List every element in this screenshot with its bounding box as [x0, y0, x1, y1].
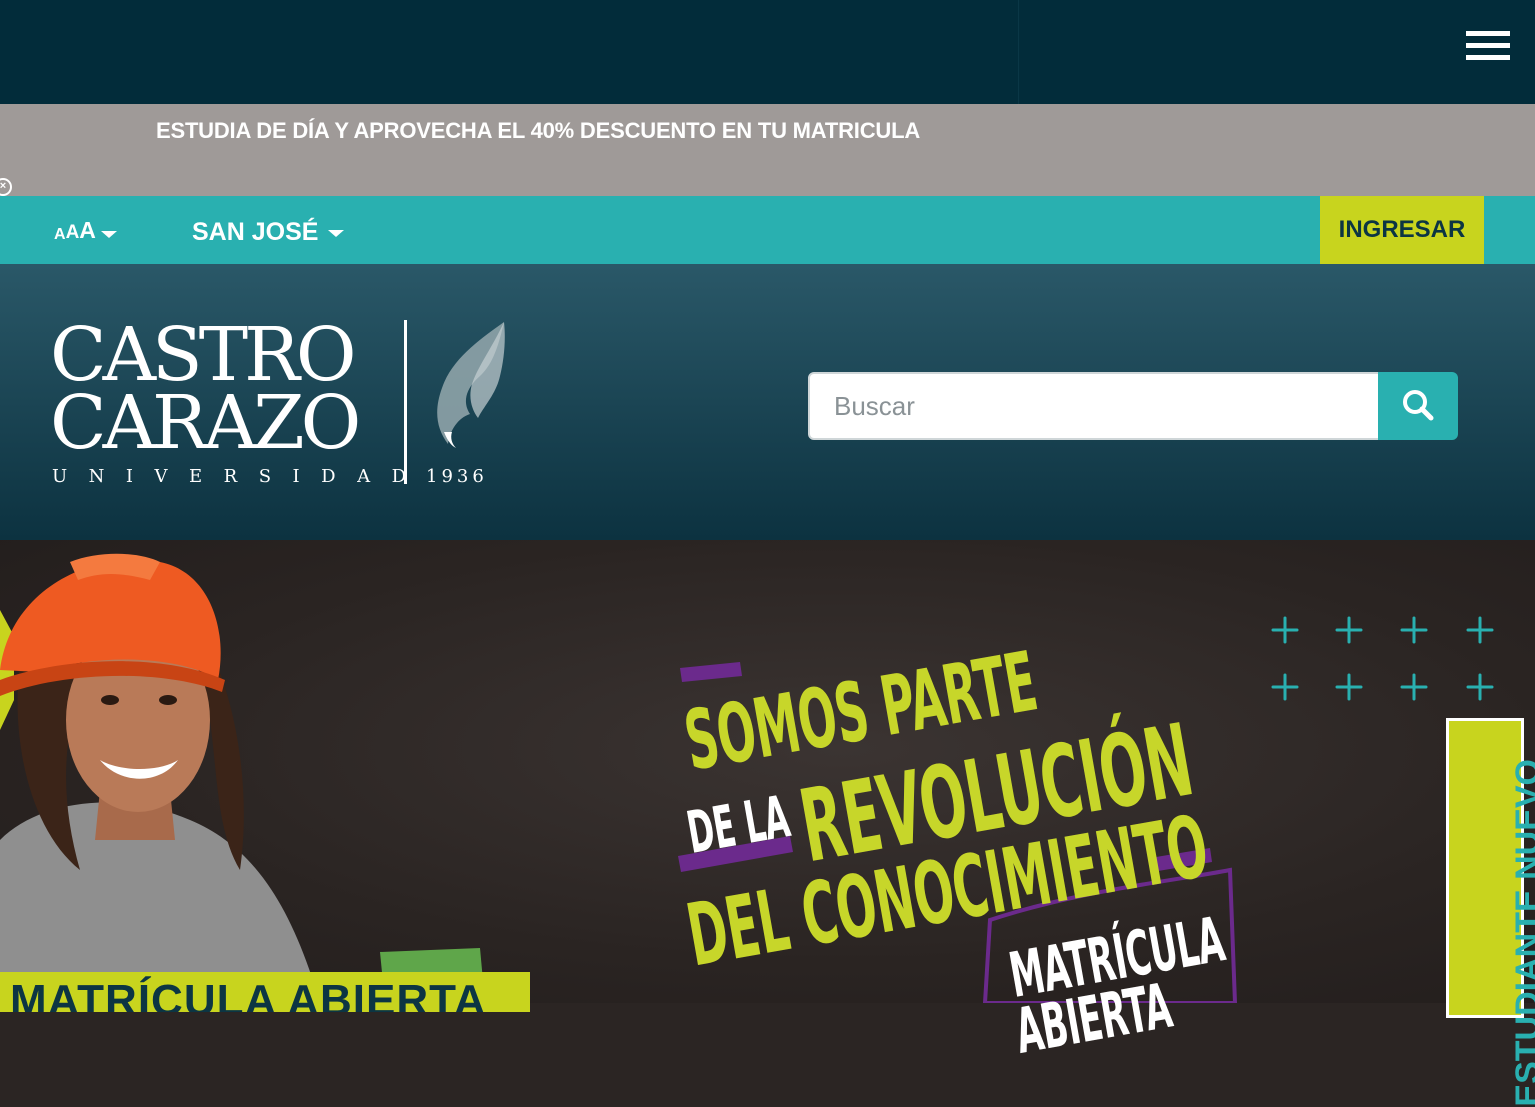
promo-text[interactable]: ESTUDIA DE DÍA Y APROVECHA EL 40% DESCUE…	[156, 118, 920, 144]
chevron-down-icon	[100, 231, 117, 238]
enrollment-banner-label: MATRÍCULA ABIERTA	[10, 976, 487, 1012]
hamburger-icon[interactable]	[1464, 30, 1510, 64]
campus-label: SAN JOSÉ	[192, 218, 319, 246]
new-student-tab[interactable]: ESTUDIANTE NUEVO	[1446, 718, 1535, 1107]
search-input[interactable]	[808, 372, 1380, 440]
search-icon	[1403, 390, 1434, 421]
chevron-down-icon	[328, 230, 345, 237]
new-student-label: ESTUDIANTE NUEVO	[1509, 759, 1535, 1107]
flame-icon	[437, 322, 505, 448]
font-size-medium: A	[65, 222, 80, 243]
font-size-selector[interactable]: A A A	[54, 217, 117, 244]
university-logo[interactable]: CASTRO CARAZO UNIVERSIDAD 1936	[48, 318, 518, 488]
logo-divider	[404, 320, 407, 484]
logo-line-3: UNIVERSIDAD	[52, 466, 428, 487]
enrollment-banner[interactable]: MATRÍCULA ABIERTA	[0, 972, 530, 1012]
font-size-small: A	[54, 226, 66, 243]
login-button[interactable]: INGRESAR	[1320, 196, 1484, 264]
font-size-large: A	[79, 217, 96, 243]
search-bar	[808, 372, 1458, 440]
top-bar-divider	[1018, 0, 1019, 104]
campus-selector[interactable]: SAN JOSÉ	[192, 218, 345, 247]
logo-year: 1936	[426, 466, 488, 487]
logo-line-2: CARAZO	[50, 380, 361, 466]
top-bar	[0, 0, 1535, 104]
search-button[interactable]	[1378, 372, 1458, 440]
